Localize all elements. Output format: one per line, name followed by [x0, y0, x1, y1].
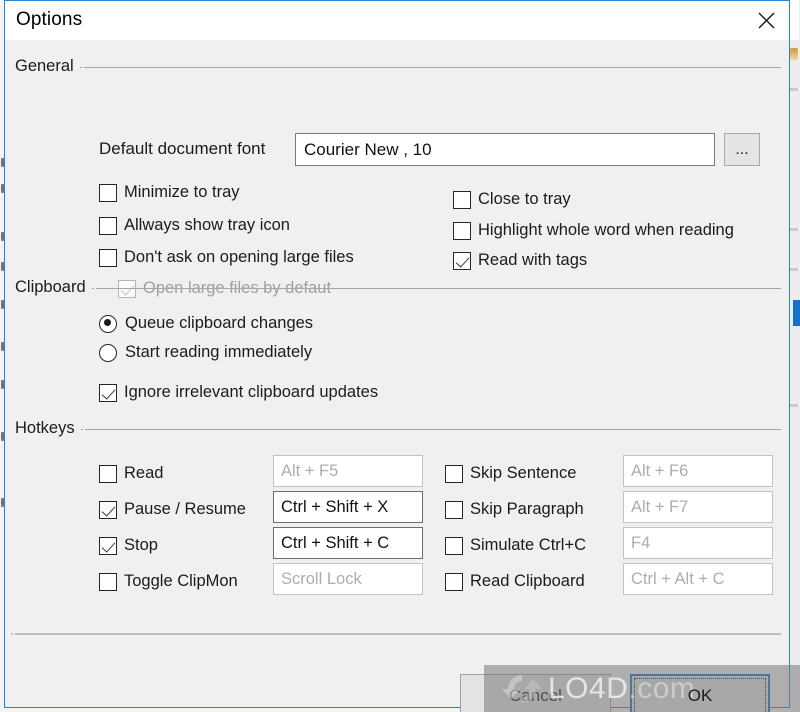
- radio-label: Start reading immediately: [125, 343, 313, 361]
- checkbox-box[interactable]: [99, 248, 117, 267]
- checkbox-label: Ignore irrelevant clipboard updates: [124, 383, 379, 401]
- checkbox-box[interactable]: [445, 464, 463, 483]
- checkbox-highlight-whole-word[interactable]: Highlight whole word when reading: [453, 221, 734, 240]
- hotkey-input-toggle-clipmon[interactable]: Scroll Lock: [273, 563, 423, 595]
- checkbox-label: Close to tray: [478, 190, 571, 208]
- checkbox-label: Skip Paragraph: [470, 500, 584, 518]
- group-header-general: General: [15, 57, 781, 76]
- checkbox-label: Stop: [124, 536, 158, 554]
- checkbox-hotkey-pause-resume[interactable]: Pause / Resume: [99, 500, 246, 519]
- checkbox-box[interactable]: [453, 251, 471, 270]
- background-right-strip: [764, 0, 800, 712]
- checkbox-hotkey-read[interactable]: Read: [99, 464, 163, 483]
- checkbox-label: Toggle ClipMon: [124, 572, 238, 590]
- checkbox-box[interactable]: [99, 216, 117, 235]
- ok-button[interactable]: OK: [630, 674, 770, 712]
- checkbox-dont-ask-large-files[interactable]: Don't ask on opening large files: [99, 248, 354, 267]
- checkbox-box[interactable]: [99, 464, 117, 483]
- hotkey-input-read-clipboard[interactable]: Ctrl + Alt + C: [623, 563, 773, 595]
- hotkey-input-pause-resume[interactable]: Ctrl + Shift + X: [273, 491, 423, 523]
- checkbox-box[interactable]: [445, 500, 463, 519]
- checkbox-box[interactable]: [453, 221, 471, 240]
- checkbox-hotkey-skip-paragraph[interactable]: Skip Paragraph: [445, 500, 584, 519]
- checkbox-box[interactable]: [99, 536, 117, 555]
- radio-circle[interactable]: [99, 343, 117, 362]
- checkbox-box[interactable]: [453, 190, 471, 209]
- hotkey-input-skip-sentence[interactable]: Alt + F6: [623, 455, 773, 487]
- checkbox-label: Minimize to tray: [124, 183, 240, 201]
- checkbox-label: Don't ask on opening large files: [124, 248, 354, 266]
- group-label-clipboard: Clipboard: [15, 278, 86, 296]
- checkbox-label: Highlight whole word when reading: [478, 221, 734, 239]
- checkbox-label: Simulate Ctrl+C: [470, 536, 586, 554]
- background-scrollbar[interactable]: [793, 300, 800, 326]
- footer-divider: [11, 633, 781, 635]
- checkbox-hotkey-skip-sentence[interactable]: Skip Sentence: [445, 464, 576, 483]
- radio-circle[interactable]: [99, 314, 117, 333]
- checkbox-label: Read with tags: [478, 251, 588, 269]
- dialog-body: General Default document font Courier Ne…: [5, 40, 789, 712]
- checkbox-label: Skip Sentence: [470, 464, 577, 482]
- checkbox-hotkey-simulate-ctrl-c[interactable]: Simulate Ctrl+C: [445, 536, 586, 555]
- background-app-icon: [790, 48, 798, 60]
- group-header-hotkeys: Hotkeys: [15, 419, 781, 438]
- checkbox-label: Pause / Resume: [124, 500, 246, 518]
- checkbox-box[interactable]: [445, 572, 463, 591]
- group-label-general: General: [15, 57, 74, 75]
- hotkey-input-read[interactable]: Alt + F5: [273, 455, 423, 487]
- ok-button-label: OK: [687, 686, 713, 705]
- divider: [91, 288, 781, 289]
- group-header-clipboard: Clipboard: [15, 278, 781, 297]
- checkbox-always-show-tray-icon[interactable]: Allways show tray icon: [99, 216, 290, 235]
- checkbox-box[interactable]: [99, 183, 117, 202]
- checkbox-label: Read: [124, 464, 164, 482]
- title-bar: Options: [5, 1, 789, 40]
- checkbox-hotkey-toggle-clipmon[interactable]: Toggle ClipMon: [99, 572, 238, 591]
- checkbox-box[interactable]: [99, 500, 117, 519]
- divider: [80, 429, 781, 430]
- hotkey-input-stop[interactable]: Ctrl + Shift + C: [273, 527, 423, 559]
- checkbox-box[interactable]: [99, 572, 117, 591]
- checkbox-hotkey-stop[interactable]: Stop: [99, 536, 158, 555]
- checkbox-read-with-tags[interactable]: Read with tags: [453, 251, 587, 270]
- checkbox-box[interactable]: [99, 383, 117, 402]
- radio-start-reading-immediately[interactable]: Start reading immediately: [99, 343, 312, 362]
- hotkey-input-skip-paragraph[interactable]: Alt + F7: [623, 491, 773, 523]
- checkbox-label: Allways show tray icon: [124, 216, 290, 234]
- radio-queue-clipboard-changes[interactable]: Queue clipboard changes: [99, 314, 313, 333]
- screen: Options General Default document font Co…: [0, 0, 800, 712]
- close-icon[interactable]: [743, 1, 789, 40]
- divider: [79, 67, 781, 68]
- cancel-button[interactable]: Cancel: [460, 674, 611, 712]
- font-field-label: Default document font: [99, 139, 266, 158]
- checkbox-close-to-tray[interactable]: Close to tray: [453, 190, 571, 209]
- checkbox-label: Read Clipboard: [470, 572, 585, 590]
- checkbox-ignore-irrelevant-clipboard-updates[interactable]: Ignore irrelevant clipboard updates: [99, 383, 378, 402]
- font-browse-button[interactable]: ...: [724, 133, 760, 166]
- options-dialog: Options General Default document font Co…: [4, 0, 790, 712]
- checkbox-hotkey-read-clipboard[interactable]: Read Clipboard: [445, 572, 585, 591]
- checkbox-box[interactable]: [445, 536, 463, 555]
- hotkey-input-simulate-ctrl-c[interactable]: F4: [623, 527, 773, 559]
- page-title: Options: [16, 9, 83, 30]
- radio-label: Queue clipboard changes: [125, 314, 314, 332]
- group-label-hotkeys: Hotkeys: [15, 419, 75, 437]
- checkbox-minimize-to-tray[interactable]: Minimize to tray: [99, 183, 240, 202]
- font-input[interactable]: Courier New , 10: [295, 133, 715, 166]
